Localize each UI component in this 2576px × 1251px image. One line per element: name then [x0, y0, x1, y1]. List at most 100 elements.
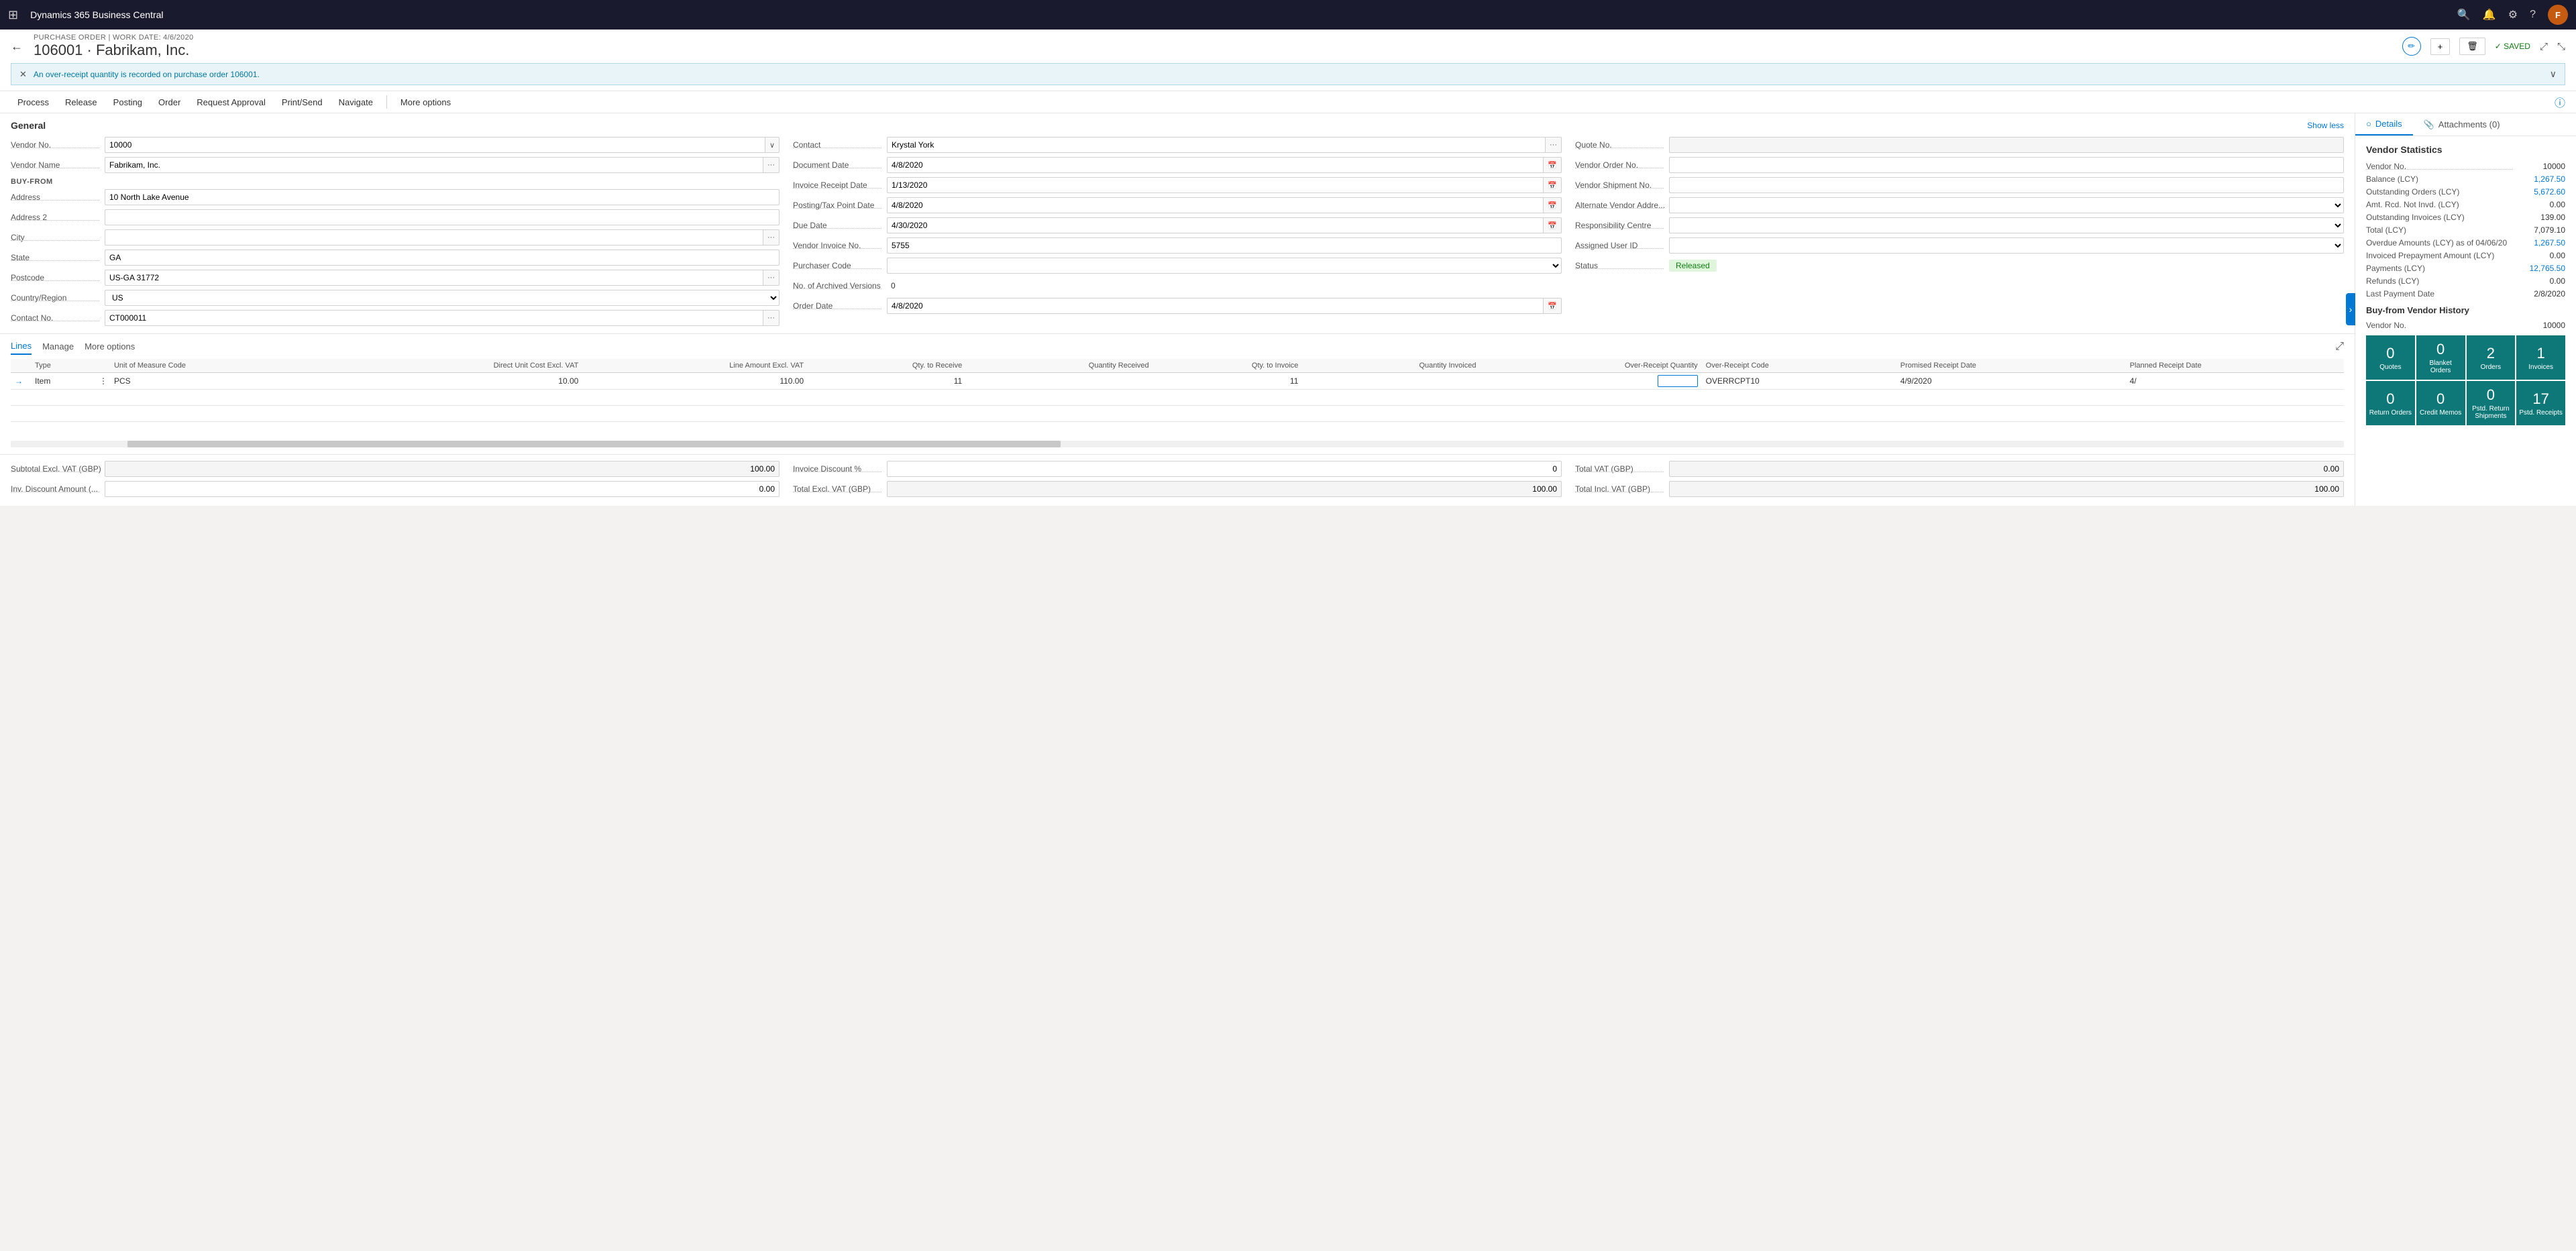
postcode-menu[interactable]: ··· — [763, 270, 780, 286]
tile-return-orders[interactable]: 0 Return Orders — [2366, 381, 2415, 425]
vendor-shipment-input[interactable] — [1669, 177, 2344, 193]
assigned-user-row: Assigned User ID — [1575, 237, 2344, 254]
minimize-icon[interactable]: ⤡ — [2557, 41, 2565, 52]
tab-details[interactable]: ○ Details — [2355, 113, 2413, 135]
vendor-name-input[interactable] — [105, 157, 763, 173]
show-less-button[interactable]: Show less — [2307, 121, 2344, 130]
tab-manage[interactable]: Manage — [42, 339, 74, 354]
posting-tax-calendar[interactable]: 📅 — [1544, 197, 1562, 213]
vendor-invoice-input[interactable] — [887, 237, 1562, 254]
col-qty-invoiced[interactable]: Quantity Invoiced — [1302, 359, 1480, 373]
menu-more-options[interactable]: More options — [394, 95, 458, 110]
tile-orders[interactable]: 2 Orders — [2467, 335, 2516, 380]
menu-release[interactable]: Release — [58, 95, 104, 110]
posting-tax-input[interactable] — [887, 197, 1544, 213]
tile-pstd-return[interactable]: 0 Pstd. Return Shipments — [2467, 381, 2516, 425]
vendor-name-menu[interactable]: ··· — [763, 157, 780, 173]
menu-posting[interactable]: Posting — [107, 95, 149, 110]
contact-no-input[interactable] — [105, 310, 763, 326]
tiles-row1: 0 Quotes 0 Blanket Orders 2 Orders 1 Inv… — [2366, 335, 2565, 380]
address-input[interactable] — [105, 189, 780, 205]
info-icon[interactable]: ⓘ — [2555, 98, 2565, 109]
tile-quotes[interactable]: 0 Quotes — [2366, 335, 2415, 380]
order-date-calendar[interactable]: 📅 — [1544, 298, 1562, 314]
bell-icon[interactable]: 🔔 — [2483, 8, 2496, 21]
doc-date-input[interactable] — [887, 157, 1544, 173]
doc-date-calendar[interactable]: 📅 — [1544, 157, 1562, 173]
tab-more-options[interactable]: More options — [85, 339, 135, 354]
settings-icon[interactable]: ⚙ — [2508, 8, 2518, 21]
row-over-receipt-qty[interactable] — [1480, 373, 1701, 390]
over-receipt-qty-input[interactable] — [1658, 375, 1698, 387]
tab-lines[interactable]: Lines — [11, 338, 32, 355]
stat-balance-label: Balance (LCY) — [2366, 174, 2518, 184]
due-date-calendar[interactable]: 📅 — [1544, 217, 1562, 233]
delete-button[interactable]: 🗑 — [2459, 38, 2485, 55]
edit-button[interactable]: ✏ — [2402, 37, 2421, 56]
vendor-order-input[interactable] — [1669, 157, 2344, 173]
city-menu[interactable]: ··· — [763, 229, 780, 246]
col-over-receipt-qty[interactable]: Over-Receipt Quantity — [1480, 359, 1701, 373]
waffle-icon[interactable]: ⊞ — [8, 8, 18, 22]
vendor-no-input[interactable] — [105, 137, 765, 153]
col-qty-receive[interactable]: Qty. to Receive — [808, 359, 966, 373]
menu-request-approval[interactable]: Request Approval — [190, 95, 272, 110]
col-planned-date[interactable]: Planned Receipt Date — [2126, 359, 2344, 373]
col-qty-received[interactable]: Quantity Received — [966, 359, 1152, 373]
col-qty-invoice[interactable]: Qty. to Invoice — [1153, 359, 1303, 373]
archived-versions-row: No. of Archived Versions 0 — [793, 277, 1562, 294]
col-promised-date[interactable]: Promised Receipt Date — [1896, 359, 2126, 373]
city-input[interactable] — [105, 229, 763, 246]
col-line-amount[interactable]: Line Amount Excl. VAT — [582, 359, 808, 373]
order-date-input[interactable] — [887, 298, 1544, 314]
fullscreen-icon[interactable]: ⤢ — [2540, 41, 2548, 52]
col-unit-cost[interactable]: Direct Unit Cost Excl. VAT — [328, 359, 582, 373]
contact-no-menu[interactable]: ··· — [763, 310, 780, 326]
lines-tabs-bar: Lines Manage More options ⤢ — [11, 338, 2344, 355]
tile-invoices[interactable]: 1 Invoices — [2516, 335, 2565, 380]
add-button[interactable]: + — [2430, 38, 2451, 55]
tile-credit-memos[interactable]: 0 Credit Memos — [2416, 381, 2465, 425]
horizontal-scrollbar[interactable] — [11, 441, 2344, 447]
col-uom[interactable]: Unit of Measure Code — [110, 359, 328, 373]
col-type[interactable]: Type — [31, 359, 97, 373]
invoice-receipt-calendar[interactable]: 📅 — [1544, 177, 1562, 193]
quote-no-input[interactable] — [1669, 137, 2344, 153]
vendor-no-lookup[interactable]: ∨ — [765, 137, 780, 153]
row-menu-icon[interactable]: ⋮ — [97, 373, 110, 390]
due-date-input[interactable] — [887, 217, 1544, 233]
country-select[interactable]: US — [105, 290, 780, 306]
tile-pstd-receipts[interactable]: 17 Pstd. Receipts — [2516, 381, 2565, 425]
tab-attachments[interactable]: 📎 Attachments (0) — [2413, 113, 2511, 135]
menu-print-send[interactable]: Print/Send — [275, 95, 329, 110]
assigned-user-select[interactable] — [1669, 237, 2344, 254]
contact-input[interactable] — [887, 137, 1546, 153]
panel-toggle[interactable]: › — [2346, 293, 2355, 325]
menu-order[interactable]: Order — [152, 95, 187, 110]
address2-input[interactable] — [105, 209, 780, 225]
search-icon[interactable]: 🔍 — [2457, 8, 2471, 21]
row-uom[interactable]: PCS — [110, 373, 328, 390]
invoice-receipt-input[interactable] — [887, 177, 1544, 193]
menu-navigate[interactable]: Navigate — [332, 95, 380, 110]
help-icon[interactable]: ? — [2530, 9, 2536, 21]
responsibility-select[interactable] — [1669, 217, 2344, 233]
alt-vendor-addr-select[interactable] — [1669, 197, 2344, 213]
alert-expand-icon[interactable]: ∨ — [2550, 68, 2557, 80]
action-info[interactable]: ⓘ — [2555, 94, 2565, 110]
back-button[interactable]: ← — [11, 40, 23, 54]
col-over-receipt-code[interactable]: Over-Receipt Code — [1702, 359, 1896, 373]
postcode-input[interactable] — [105, 270, 763, 286]
tile-blanket-orders[interactable]: 0 Blanket Orders — [2416, 335, 2465, 380]
invoice-discount-pct-input[interactable] — [887, 461, 1562, 477]
user-avatar[interactable]: F — [2548, 5, 2568, 25]
row-type[interactable]: Item — [31, 373, 97, 390]
purchaser-code-select[interactable] — [887, 258, 1562, 274]
menu-process[interactable]: Process — [11, 95, 56, 110]
contact-lookup[interactable]: ··· — [1546, 137, 1562, 153]
alert-close-button[interactable]: ✕ — [19, 69, 27, 80]
state-input[interactable] — [105, 250, 780, 266]
lines-expand-icon[interactable]: ⤢ — [2335, 341, 2344, 353]
address2-label: Address 2 — [11, 213, 105, 222]
inv-discount-input[interactable] — [105, 481, 780, 497]
